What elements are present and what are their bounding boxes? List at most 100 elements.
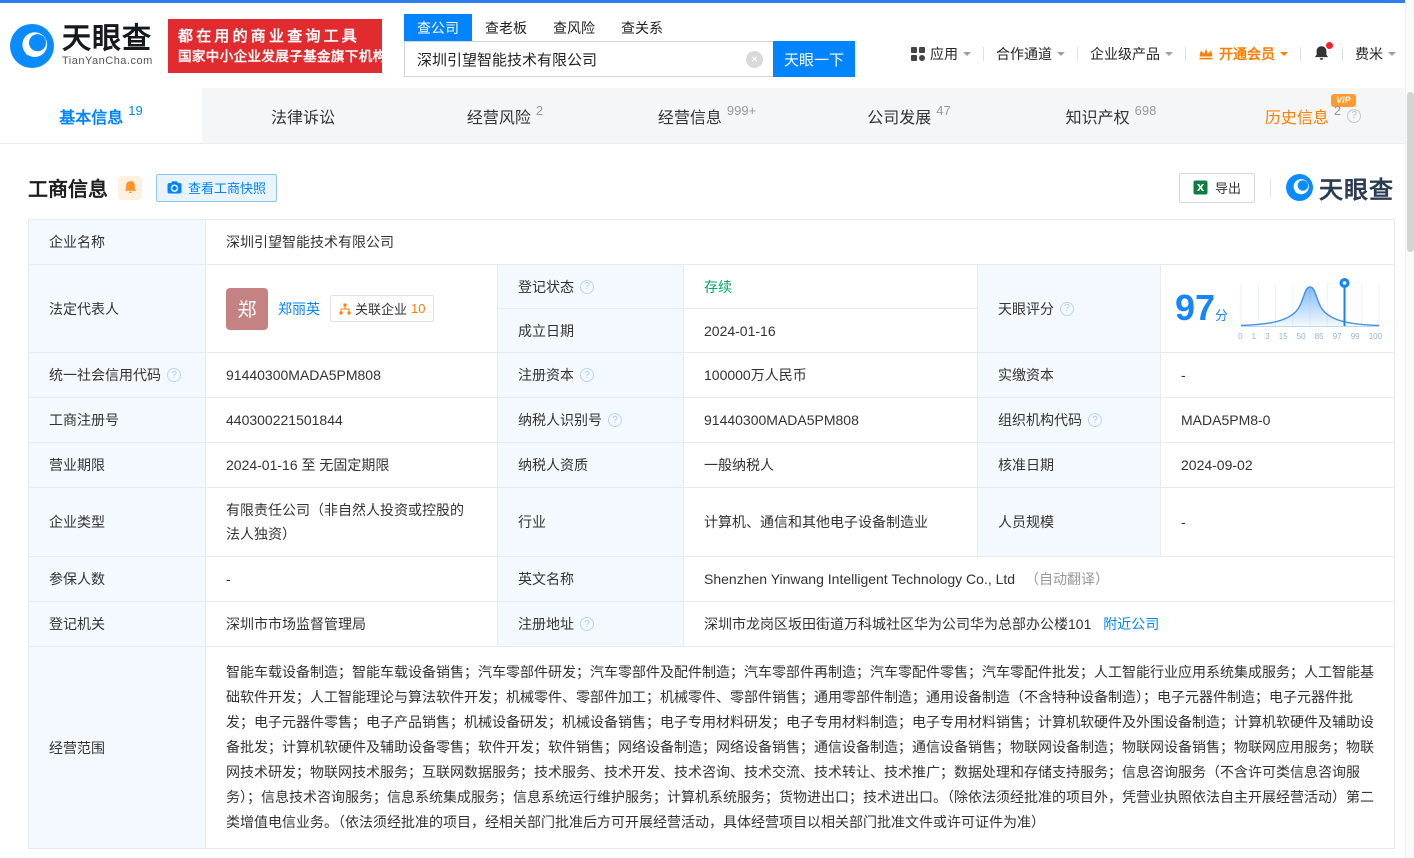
nav-apps-label: 应用 (930, 45, 958, 62)
tab-development[interactable]: 公司发展 47 (808, 88, 1010, 143)
help-icon[interactable]: ? (1060, 301, 1074, 316)
industry-label: 行业 (518, 514, 546, 530)
tab-legal[interactable]: 法律诉讼 (202, 88, 404, 143)
authority-value-cell: 深圳市市场监督管理局 (205, 601, 498, 647)
notification-bell-icon[interactable] (1313, 42, 1333, 62)
related-companies-badge[interactable]: 关联企业 10 (330, 295, 435, 322)
related-companies-label: 关联企业 (355, 302, 408, 317)
tab-basic-info-label: 基本信息 (59, 109, 124, 127)
reg-no-value: 440300221501844 (226, 412, 343, 428)
reg-status-value: 存续 (704, 278, 732, 295)
address-value: 深圳市龙岗区坂田街道万科城社区华为公司华为总部办公楼101 (704, 616, 1092, 632)
address-value-cell: 深圳市龙岗区坂田街道万科城社区华为公司华为总部办公楼101 附近公司 (682, 601, 1396, 647)
credit-code-label: 统一社会信用代码 (49, 367, 161, 383)
search-tab-relation[interactable]: 查关系 (608, 14, 676, 41)
help-icon[interactable]: ? (1088, 413, 1102, 427)
divider (1077, 46, 1078, 61)
help-icon[interactable]: ? (580, 279, 594, 294)
nearby-companies-link[interactable]: 附近公司 (1103, 616, 1159, 632)
org-chart-icon (339, 303, 351, 314)
chevron-down-icon (1057, 51, 1065, 60)
search-tab-company[interactable]: 查公司 (404, 14, 472, 41)
insured-label: 参保人数 (49, 571, 105, 587)
credit-code-value: 91440300MADA5PM808 (226, 367, 381, 383)
tab-legal-label: 法律诉讼 (270, 109, 335, 127)
promo-banner: 都在用的商业查询工具 国家中小企业发展子基金旗下机构 (168, 18, 387, 73)
nav-user[interactable]: 费米 (1355, 44, 1396, 64)
help-icon[interactable]: ? (580, 617, 594, 631)
snapshot-button[interactable]: 查看工商快照 (156, 173, 278, 202)
avatar[interactable]: 郑 (226, 287, 268, 330)
authority-label: 登记机关 (49, 616, 105, 632)
nav-apps[interactable]: 应用 (911, 44, 971, 64)
tab-history[interactable]: VIP 历史信息 2 ? (1212, 88, 1414, 143)
staff-size-label-cell: 人员规模 (977, 487, 1161, 557)
search-button[interactable]: 天眼一下 (773, 41, 855, 77)
nav-channel[interactable]: 合作通道 (996, 44, 1065, 64)
camera-icon (167, 181, 182, 194)
company-name-value-cell: 深圳引望智能技术有限公司 (204, 219, 1396, 265)
establish-date-label: 成立日期 (518, 322, 574, 339)
search-input[interactable] (405, 50, 773, 68)
divider (1270, 178, 1271, 197)
scrollbar-thumb[interactable] (1407, 92, 1414, 252)
taxpayer-quality-label-cell: 纳税人资质 (497, 442, 684, 488)
paid-capital-value: - (1181, 367, 1186, 383)
tab-history-count: 2 (1333, 103, 1342, 118)
tab-basic-info-count: 19 (128, 103, 143, 118)
industry-value-cell: 计算机、通信和其他电子设备制造业 (683, 487, 978, 557)
scrollbar[interactable] (1405, 0, 1414, 858)
tab-risk-label: 经营风险 (466, 109, 531, 127)
tab-development-label: 公司发展 (867, 109, 932, 127)
auto-translate-note: （自动翻译） (1024, 571, 1109, 587)
insured-label-cell: 参保人数 (28, 556, 206, 602)
search-tab-boss[interactable]: 查老板 (472, 14, 540, 41)
excel-icon: X (1193, 180, 1208, 195)
tab-ip[interactable]: 知识产权 698 (1010, 88, 1212, 143)
help-icon[interactable]: ? (608, 413, 622, 427)
tab-basic-info[interactable]: 基本信息 19 (0, 88, 202, 143)
clear-icon[interactable]: × (746, 51, 763, 68)
company-name-value: 深圳引望智能技术有限公司 (226, 234, 394, 250)
legal-rep-link[interactable]: 郑丽英 (278, 299, 320, 319)
company-name-label: 企业名称 (49, 234, 105, 250)
app-grid-icon (911, 46, 925, 61)
subscribe-bell-icon[interactable] (118, 175, 142, 200)
nav-vip[interactable]: 开通会员 (1198, 44, 1288, 64)
org-code-value-cell: MADA5PM8-0 (1159, 397, 1396, 443)
scope-value: 智能车载设备制造；智能车载设备销售；汽车零部件研发；汽车零部件及配件制造；汽车零… (226, 664, 1374, 830)
reg-capital-label: 注册资本 (518, 367, 574, 383)
reg-no-value-cell: 440300221501844 (205, 397, 498, 443)
nav-vip-label: 开通会员 (1219, 45, 1275, 62)
top-nav: 应用 合作通道 企业级产品 开通会员 费米 (911, 42, 1396, 64)
reg-status-label: 登记状态 (518, 278, 574, 295)
authority-value: 深圳市市场监督管理局 (226, 616, 366, 632)
nav-enterprise[interactable]: 企业级产品 (1090, 44, 1173, 64)
term-label-cell: 营业期限 (28, 442, 206, 488)
tianyancha-eye-icon (1286, 174, 1313, 201)
notification-dot (1326, 42, 1333, 49)
tab-operation[interactable]: 经营信息 999+ (606, 88, 808, 143)
svg-text:X: X (1197, 183, 1205, 194)
staff-size-value-cell: - (1159, 487, 1396, 557)
promo-line1: 都在用的商业查询工具 (178, 27, 361, 45)
term-label: 营业期限 (49, 457, 105, 473)
tab-risk[interactable]: 经营风险 2 (404, 88, 606, 143)
legal-rep-value-cell: 郑 郑丽英 关联企业 10 (205, 264, 498, 353)
export-button-label: 导出 (1214, 181, 1241, 196)
approve-date-value-cell: 2024-09-02 (1159, 442, 1396, 488)
help-icon[interactable]: ? (167, 368, 181, 382)
org-code-label: 组织机构代码 (998, 412, 1082, 428)
promo-line2: 国家中小企业发展子基金旗下机构 (178, 48, 387, 64)
export-button[interactable]: X 导出 (1178, 172, 1255, 203)
approve-date-value: 2024-09-02 (1181, 457, 1253, 473)
taxpayer-quality-label: 纳税人资质 (518, 457, 588, 473)
search-tab-risk[interactable]: 查风险 (540, 14, 608, 41)
help-icon[interactable]: ? (580, 368, 594, 382)
credit-code-label-cell: 统一社会信用代码? (28, 352, 206, 398)
company-type-value: 有限责任公司（非自然人投资或控股的法人独资） (226, 502, 464, 542)
tianyancha-logo[interactable]: 天眼查 TianYanCha.com (10, 23, 162, 68)
org-code-value: MADA5PM8-0 (1181, 412, 1271, 428)
chevron-down-icon (1280, 51, 1288, 60)
help-icon[interactable]: ? (1347, 108, 1362, 123)
